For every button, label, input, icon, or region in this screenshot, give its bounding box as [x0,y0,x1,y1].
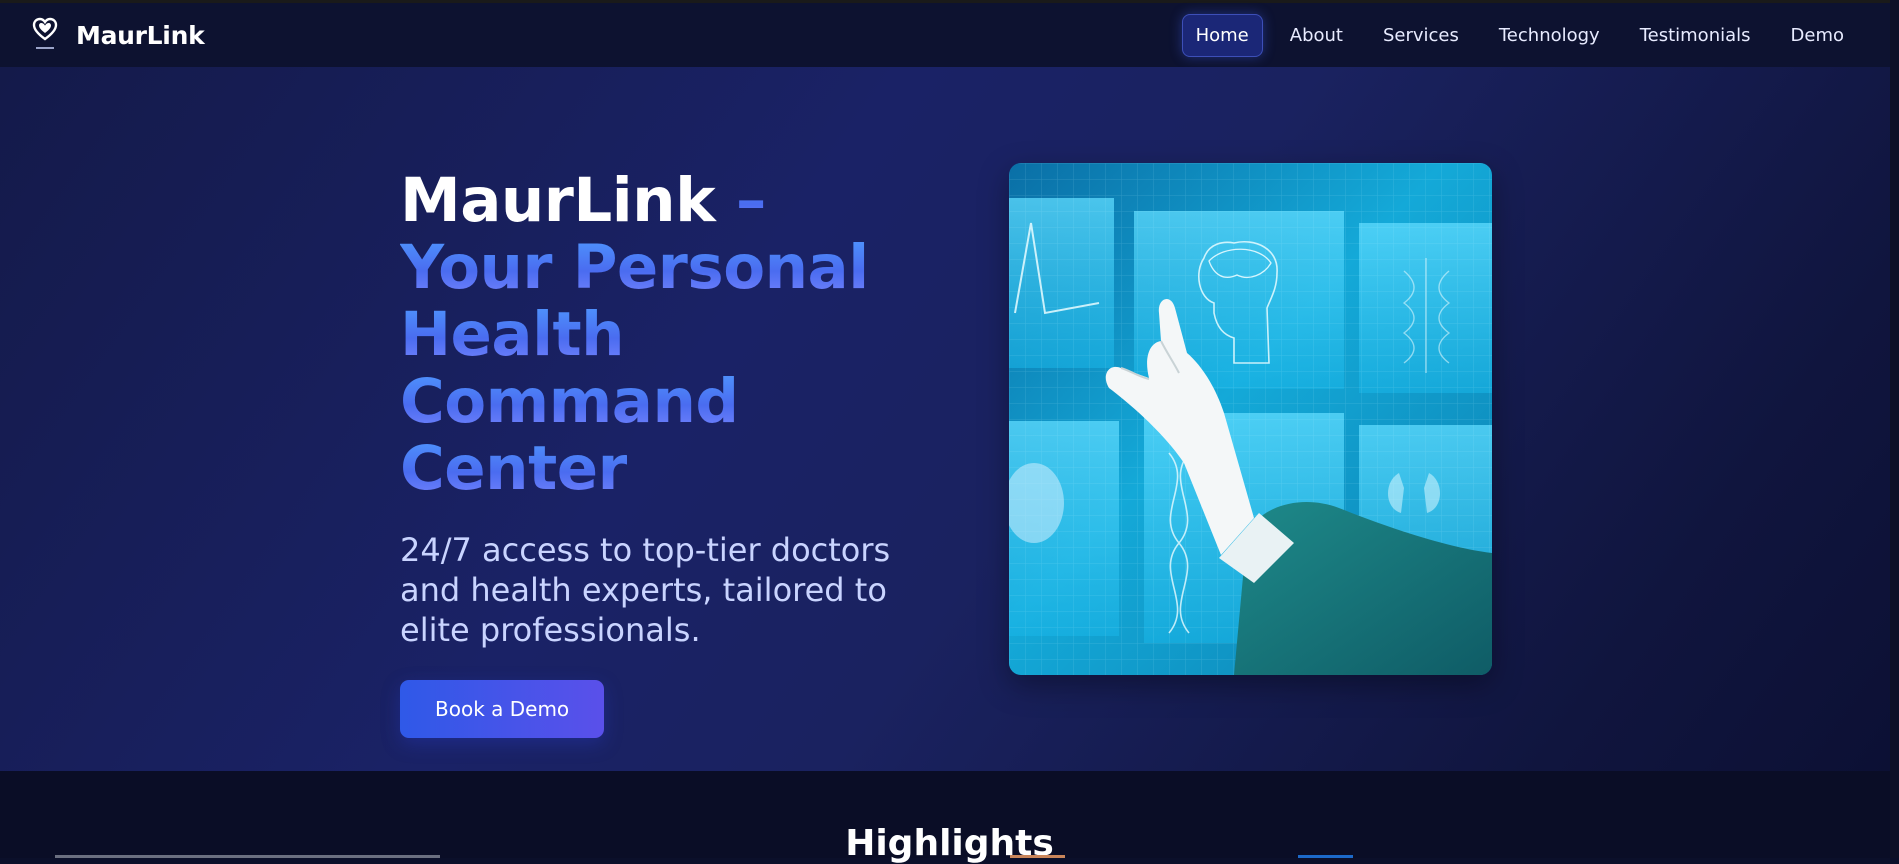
doctor-touching-holographic-medical-screens-image [1009,163,1492,675]
nav-links: Home About Services Technology Testimoni… [1181,13,1857,57]
hero-section: MaurLink – Your Personal Health Command … [0,67,1899,771]
hero-text: MaurLink – Your Personal Health Command … [400,167,920,738]
hero-title-brand: MaurLink [400,165,716,236]
nav-item-services[interactable]: Services [1370,15,1472,56]
heart-shield-logo-icon [32,17,58,53]
nav-item-demo[interactable]: Demo [1778,15,1857,56]
top-navbar: MaurLink Home About Services Technology … [0,0,1899,67]
nav-item-home[interactable]: Home [1181,13,1263,57]
hero-subtitle: 24/7 access to top-tier doctors and heal… [400,531,891,649]
scrollbar[interactable] [1890,0,1899,858]
book-demo-button[interactable]: Book a Demo [400,680,605,738]
nav-item-about[interactable]: About [1277,15,1356,56]
brand[interactable]: MaurLink [32,17,205,53]
nav-item-technology[interactable]: Technology [1486,15,1613,56]
nav-item-testimonials[interactable]: Testimonials [1627,15,1764,56]
brand-name: MaurLink [76,20,205,50]
highlights-section: Highlights [0,771,1899,864]
hero-title: MaurLink – Your Personal Health Command … [400,167,920,502]
